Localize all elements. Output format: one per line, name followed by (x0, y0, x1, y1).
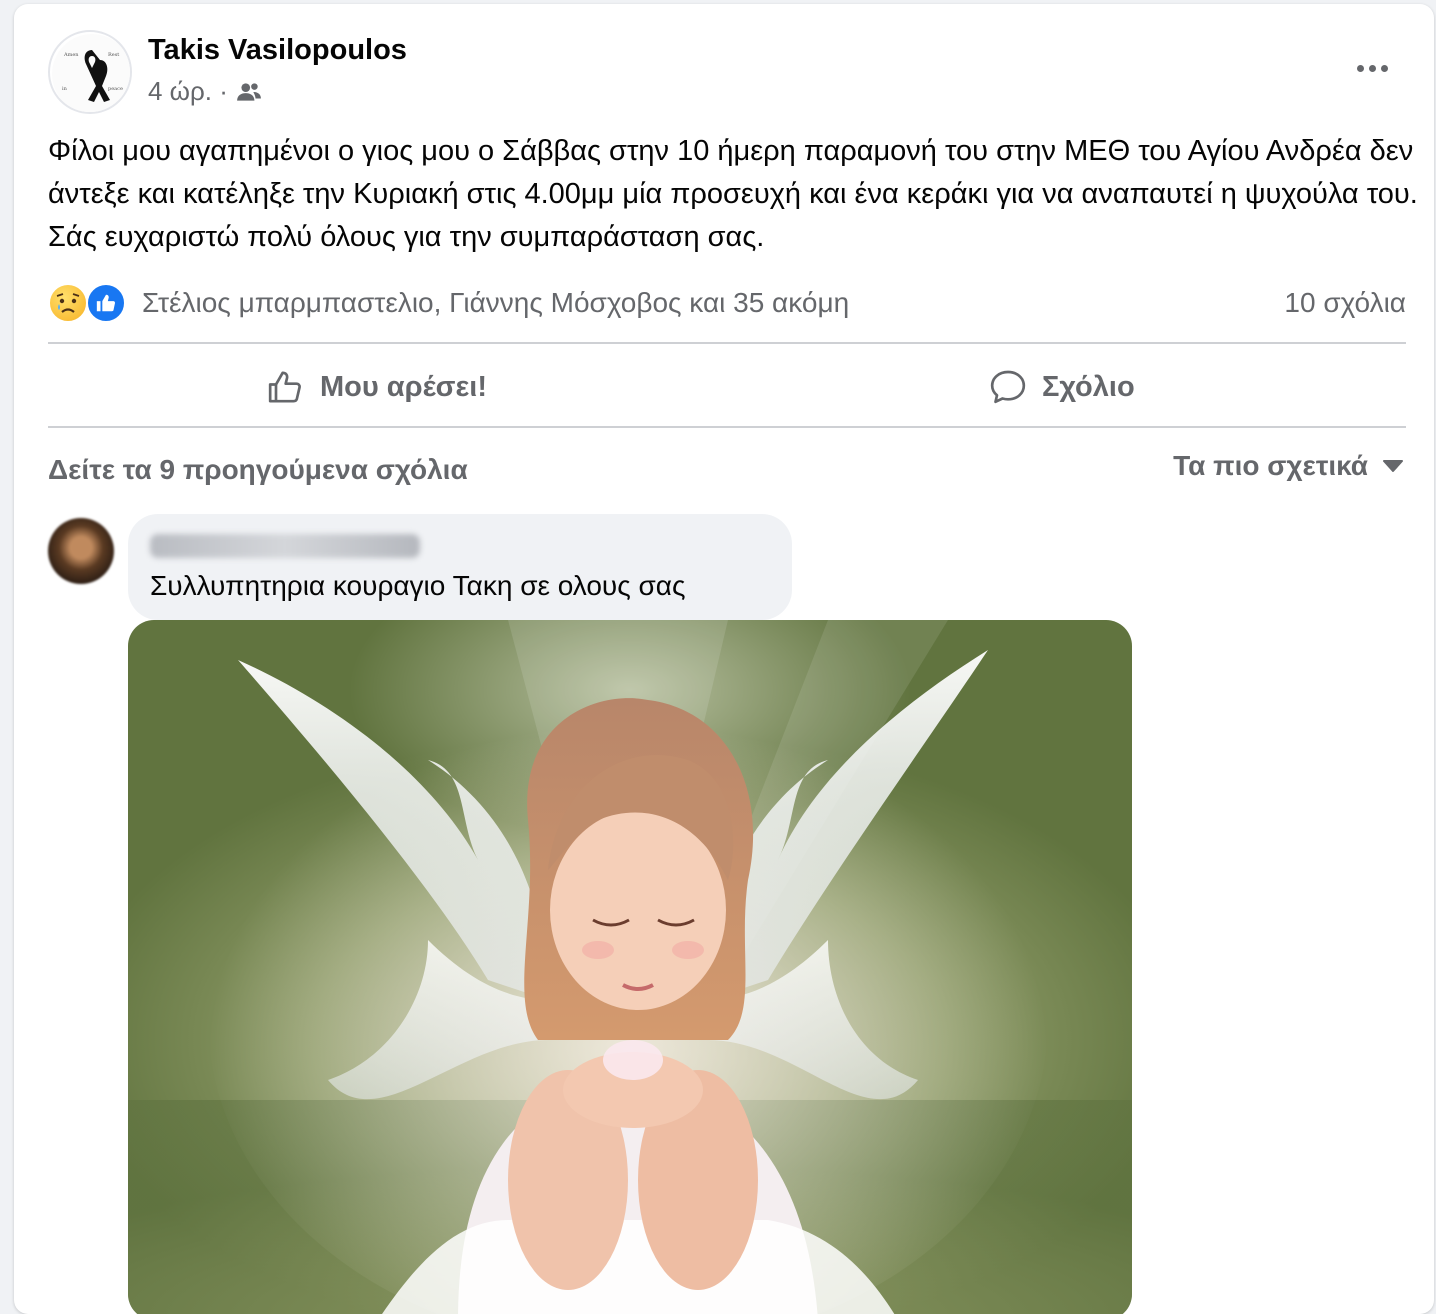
angel-illustration (128, 620, 1132, 1314)
comment-image-angel[interactable] (128, 620, 1132, 1314)
svg-text:in: in (62, 86, 68, 92)
post-author-name[interactable]: Takis Vasilopoulos (148, 34, 407, 67)
post-card: Amen Rest in peace Takis Vasilopoulos 4 … (14, 4, 1434, 1314)
post-text: Φίλοι μου αγαπημένοι ο γιος μου ο Σάββας… (48, 135, 1418, 253)
caret-down-icon (1383, 460, 1403, 472)
post-time[interactable]: 4 ώρ. · (148, 76, 228, 107)
reaction-names[interactable]: Στέλιος μπαρμπαστελιο, Γιάννης Μόσχοβος … (142, 287, 849, 319)
view-previous-comments-link[interactable]: Δείτε τα 9 προηγούμενα σχόλια (48, 454, 468, 486)
dot-icon (1356, 64, 1364, 72)
sad-reaction-icon (48, 283, 88, 323)
friends-icon[interactable] (236, 79, 262, 105)
like-reaction-icon (86, 283, 126, 323)
reactions-row: Στέλιος μπαρμπαστελιο, Γιάννης Μόσχοβος … (48, 278, 1406, 328)
post-meta: 4 ώρ. · (148, 76, 262, 107)
commenter-avatar[interactable] (48, 518, 114, 584)
like-button[interactable]: Μου αρέσει! (266, 352, 487, 422)
dot-icon (1380, 64, 1388, 72)
reaction-icons[interactable] (48, 281, 134, 325)
comment-button[interactable]: Σχόλιο (988, 352, 1135, 422)
svg-text:peace: peace (108, 86, 123, 92)
black-ribbon-icon: Amen Rest in peace (52, 34, 130, 112)
svg-text:Rest: Rest (108, 52, 119, 58)
divider (48, 342, 1406, 344)
thumbs-up-icon (268, 371, 301, 403)
comment-text: Συλλυπητηρια κουραγιο Τακη σε ολους σας (150, 570, 686, 601)
like-label: Μου αρέσει! (320, 370, 487, 403)
svg-text:Amen: Amen (63, 52, 79, 58)
author-avatar[interactable]: Amen Rest in peace (48, 30, 132, 114)
dot-icon (1368, 64, 1376, 72)
divider (48, 426, 1406, 428)
speech-bubble-icon (990, 370, 1026, 404)
more-options-button[interactable] (1348, 48, 1396, 88)
comment-sort-dropdown[interactable]: Τα πιο σχετικά (1173, 450, 1404, 482)
comment-label: Σχόλιο (1042, 370, 1135, 403)
comment-bubble: Συλλυπητηρια κουραγιο Τακη σε ολους σας (128, 514, 792, 620)
commenter-name-blurred[interactable] (150, 534, 420, 558)
sort-label: Τα πιο σχετικά (1173, 450, 1368, 481)
comment-count[interactable]: 10 σχόλια (1284, 287, 1406, 319)
